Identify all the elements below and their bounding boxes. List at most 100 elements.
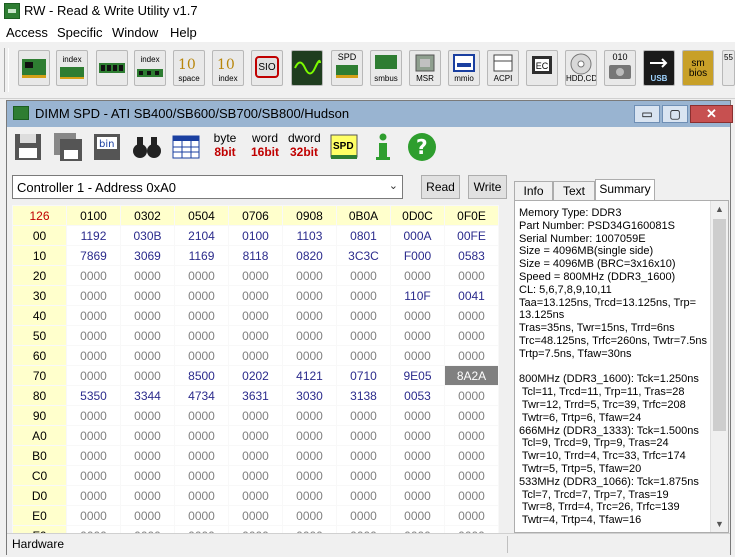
hex-cell[interactable]: 4121 <box>282 365 337 386</box>
hex-cell[interactable]: 0000 <box>282 465 337 486</box>
find-button[interactable] <box>131 131 163 163</box>
hex-cell[interactable]: 2104 <box>174 225 229 246</box>
hex-cell[interactable]: 0000 <box>66 425 121 446</box>
hex-cell[interactable]: 0000 <box>120 285 175 306</box>
hex-cell[interactable]: 0000 <box>390 405 445 426</box>
hex-cell[interactable]: 3C3C <box>336 245 391 266</box>
hex-cell[interactable]: 0000 <box>66 445 121 466</box>
read-button[interactable]: Read <box>421 175 460 199</box>
hex-cell[interactable]: 0000 <box>66 405 121 426</box>
hex-cell[interactable]: 0000 <box>120 465 175 486</box>
hex-cell[interactable]: 0000 <box>336 505 391 526</box>
memory-button[interactable] <box>96 50 128 86</box>
hex-cell[interactable]: 0000 <box>336 485 391 506</box>
hex-cell[interactable]: 030B <box>120 225 175 246</box>
hex-cell[interactable]: 4734 <box>174 385 229 406</box>
hex-cell[interactable]: 0000 <box>120 365 175 386</box>
hex-cell[interactable]: 0000 <box>282 265 337 286</box>
hex-cell[interactable]: 0000 <box>228 465 283 486</box>
pci-button[interactable] <box>18 50 50 86</box>
hex-cell[interactable]: 0000 <box>120 325 175 346</box>
spd-button[interactable]: SPD <box>331 50 363 86</box>
hex-cell[interactable]: 0000 <box>174 345 229 366</box>
tab-summary[interactable]: Summary <box>595 179 655 201</box>
hex-cell[interactable]: 0000 <box>390 505 445 526</box>
hex-cell[interactable]: 0000 <box>282 405 337 426</box>
hex-cell[interactable]: 0000 <box>444 265 499 286</box>
hex-cell[interactable]: 000A <box>390 225 445 246</box>
hex-cell[interactable]: 0000 <box>282 285 337 306</box>
help-button[interactable]: ? <box>406 131 438 163</box>
hex-cell[interactable]: 0000 <box>228 485 283 506</box>
hex-cell[interactable]: 0000 <box>282 305 337 326</box>
save-bin-button[interactable]: bin <box>91 131 123 163</box>
hex-cell[interactable]: 0000 <box>336 405 391 426</box>
tab-text[interactable]: Text <box>553 181 595 200</box>
hex-cell[interactable]: 3344 <box>120 385 175 406</box>
hex-cell[interactable]: 0000 <box>120 505 175 526</box>
mmio-button[interactable]: mmio <box>448 50 480 86</box>
hex-cell[interactable]: 0000 <box>336 345 391 366</box>
hex-cell[interactable]: 0000 <box>66 465 121 486</box>
hex-cell[interactable]: 1192 <box>66 225 121 246</box>
minimize-button[interactable]: ▭ <box>634 105 660 123</box>
hex-cell[interactable]: 0000 <box>228 405 283 426</box>
menu-specific[interactable]: Specific <box>57 25 103 40</box>
hex-cell[interactable]: 0000 <box>444 465 499 486</box>
hex-cell[interactable]: 1103 <box>282 225 337 246</box>
hex-cell[interactable]: 0000 <box>390 325 445 346</box>
hex-cell[interactable]: 0000 <box>174 485 229 506</box>
ec-button[interactable]: EC <box>526 50 558 86</box>
hex-cell[interactable]: 0100 <box>228 225 283 246</box>
hex-cell[interactable]: 8118 <box>228 245 283 266</box>
hex-cell[interactable]: 0000 <box>444 445 499 466</box>
hex-cell[interactable]: 0000 <box>336 285 391 306</box>
hex-cell[interactable]: 0000 <box>66 265 121 286</box>
spd-decode-button[interactable]: SPD <box>328 131 360 163</box>
hex-cell[interactable]: 0000 <box>336 305 391 326</box>
hex-cell[interactable]: 0000 <box>174 445 229 466</box>
hex-cell[interactable]: 0041 <box>444 285 499 306</box>
hex-cell[interactable]: 0000 <box>174 325 229 346</box>
menu-window[interactable]: Window <box>112 25 158 40</box>
word-mode-button[interactable]: word 16bit <box>249 131 281 163</box>
hex-cell[interactable]: 00FE <box>444 225 499 246</box>
hex-cell[interactable]: 0000 <box>444 345 499 366</box>
menu-access[interactable]: Access <box>6 25 48 40</box>
hex-cell[interactable]: 0000 <box>390 265 445 286</box>
hex-cell[interactable]: 0000 <box>336 265 391 286</box>
spd-hex-grid[interactable]: 126 0100 0302 0504 0706 0908 0B0A 0D0C 0… <box>12 205 509 546</box>
hex-cell[interactable]: 0000 <box>228 265 283 286</box>
hex-cell[interactable]: 0000 <box>282 325 337 346</box>
hex-cell[interactable]: 8A2A <box>444 365 499 386</box>
hdd-cd-button[interactable]: HDD,CD <box>565 50 597 86</box>
scroll-down-icon[interactable]: ▼ <box>715 519 724 529</box>
io-space-button[interactable]: 10 space <box>173 50 205 86</box>
hex-cell[interactable]: 0000 <box>174 305 229 326</box>
hex-cell[interactable]: 0000 <box>444 505 499 526</box>
usb-button[interactable]: USB <box>643 50 675 86</box>
hex-cell[interactable]: 0710 <box>336 365 391 386</box>
hex-cell[interactable]: 0000 <box>174 405 229 426</box>
toolbar-grip[interactable] <box>4 48 9 92</box>
hex-cell[interactable]: 3030 <box>282 385 337 406</box>
hex-cell[interactable]: 0000 <box>444 325 499 346</box>
hex-cell[interactable]: 8500 <box>174 365 229 386</box>
hex-cell[interactable]: 0000 <box>66 345 121 366</box>
hex-cell[interactable]: 9E05 <box>390 365 445 386</box>
save-all-button[interactable] <box>52 131 84 163</box>
scroll-thumb[interactable] <box>713 219 726 431</box>
clock-button[interactable] <box>291 50 323 86</box>
hex-cell[interactable]: 0053 <box>390 385 445 406</box>
hex-cell[interactable]: 0000 <box>174 285 229 306</box>
hex-cell[interactable]: 3138 <box>336 385 391 406</box>
hex-cell[interactable]: 0000 <box>228 285 283 306</box>
hex-cell[interactable]: 0000 <box>336 425 391 446</box>
super-io-button[interactable]: SIO <box>251 50 283 86</box>
tab-info[interactable]: Info <box>514 181 553 200</box>
controller-select[interactable]: Controller 1 - Address 0xA0 ⌄ <box>12 175 403 199</box>
info-button[interactable] <box>367 131 399 163</box>
hex-cell[interactable]: 3069 <box>120 245 175 266</box>
hex-cell[interactable]: 0000 <box>282 345 337 366</box>
table-view-button[interactable] <box>170 131 202 163</box>
